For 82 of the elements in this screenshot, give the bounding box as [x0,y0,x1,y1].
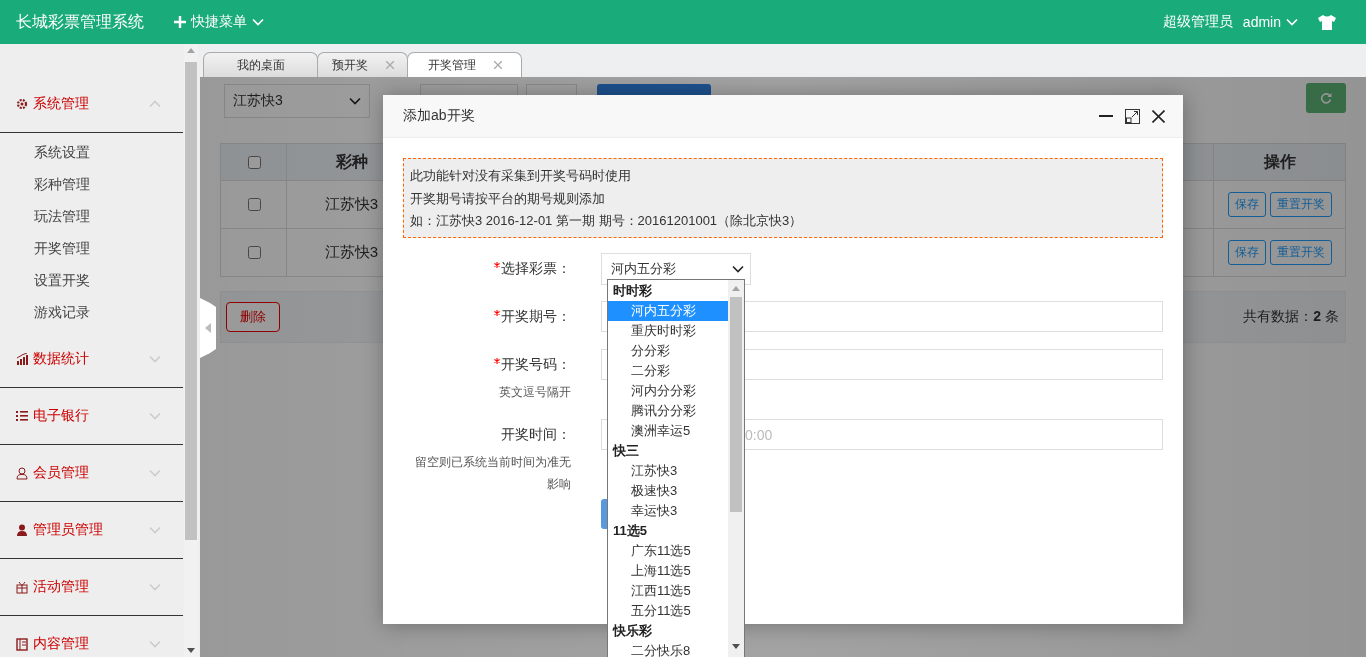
nav-item[interactable]: 彩种管理 [0,168,183,200]
bar-chart-icon [16,352,28,366]
tab[interactable]: 预开奖 [317,52,408,77]
nav-group[interactable]: 会员管理 [0,445,183,502]
nav-item[interactable]: 游戏记录 [0,296,183,328]
dropdown-option[interactable]: 腾讯分分彩 [608,401,728,421]
scroll-down-icon [187,648,195,653]
book-icon [16,637,28,651]
nav-item[interactable]: 系统设置 [0,136,183,168]
chevron-down-icon [149,526,161,534]
dropdown-option[interactable]: 上海11选5 [608,561,728,581]
checkbox[interactable] [247,198,261,211]
gift-icon [16,580,28,594]
close-icon [1152,109,1165,123]
chevron-down-icon [149,583,161,591]
field-hint: 留空则已系统当前时间为准无影响 [414,454,571,493]
shirt-icon [1318,14,1336,30]
header-cell: 操作 [1214,144,1346,181]
field-hint: 英文逗号隔开 [499,384,571,401]
close-icon [385,61,394,69]
chevron-up-icon [149,100,161,108]
person-icon [16,466,28,480]
scrollbar[interactable] [728,280,744,657]
person-icon [16,523,28,537]
nav-group[interactable]: 电子银行 [0,388,183,445]
nav-group[interactable]: 内容管理 [0,616,183,657]
plus-icon [174,16,186,28]
scroll-down-icon [732,644,740,649]
option-group-label: 时时彩 [612,282,653,300]
dropdown-option[interactable]: 五分11选5 [608,601,728,621]
dropdown-option[interactable]: 分分彩 [608,341,728,361]
dropdown-option[interactable]: 重庆时时彩 [608,321,728,341]
tab[interactable]: 我的桌面 [203,52,318,77]
field-label: 开奖时间： [501,426,571,444]
nav-group[interactable]: 数据统计 [0,331,183,388]
collapse-handle[interactable] [200,298,216,358]
dropdown-option[interactable]: 广东11选5 [608,541,728,561]
list-icon [16,409,28,423]
close-icon [493,61,502,69]
dropdown-option[interactable]: 二分彩 [608,361,728,381]
nav-item[interactable]: 设置开奖 [0,264,183,296]
dropdown-option[interactable]: 极速快3 [608,481,728,501]
refresh-button[interactable] [1306,83,1346,113]
nav-item[interactable]: 开奖管理 [0,232,183,264]
chevron-down-icon [149,412,161,420]
checkbox[interactable] [247,246,261,259]
app-title: 长城彩票管理系统 [16,11,144,32]
scroll-up-icon [187,48,195,53]
dropdown-option[interactable]: 河内分分彩 [608,381,728,401]
nav-group[interactable]: 系统管理 [0,76,183,133]
field-label: 选择彩票： [501,260,571,278]
record-count: 共有数据：2 条 [1243,308,1339,326]
field-label: 开奖号码： [501,356,571,374]
checkbox[interactable] [247,155,261,169]
chevron-down-icon [149,355,161,363]
dialog-title: 添加ab开奖 [403,107,476,125]
dropdown-option[interactable]: 江西11选5 [608,581,728,601]
select-field[interactable]: 江苏快3 [224,84,370,118]
required-icon [494,310,500,316]
chevron-down-icon [149,469,161,477]
required-icon [494,262,500,268]
option-group-label: 快乐彩 [611,622,653,640]
chevron-down-icon [252,18,264,26]
chevron-down-icon [732,265,744,273]
option-group-label: 11选5 [612,522,648,540]
nav-group[interactable]: 管理员管理 [0,502,183,559]
dropdown-option[interactable]: 江苏快3 [608,461,728,481]
refresh-icon [1320,92,1332,104]
maximize-icon [1125,108,1140,124]
field-label: 开奖期号： [501,308,571,326]
required-icon [494,358,500,364]
nav-group[interactable]: 活动管理 [0,559,183,616]
arrow-left-icon [205,323,211,333]
chevron-down-icon [1286,18,1298,26]
chevron-down-icon [149,640,161,648]
dropdown-option[interactable]: 幸运快3 [608,501,728,521]
dropdown-option[interactable]: 二分快乐8 [608,641,728,657]
nav-item[interactable]: 玩法管理 [0,200,183,232]
tab[interactable]: 开奖管理 [407,52,522,77]
user-role: 超级管理员 [1162,13,1233,31]
dropdown-option[interactable]: 澳洲幸运5 [608,421,728,441]
chevron-down-icon [349,97,361,105]
